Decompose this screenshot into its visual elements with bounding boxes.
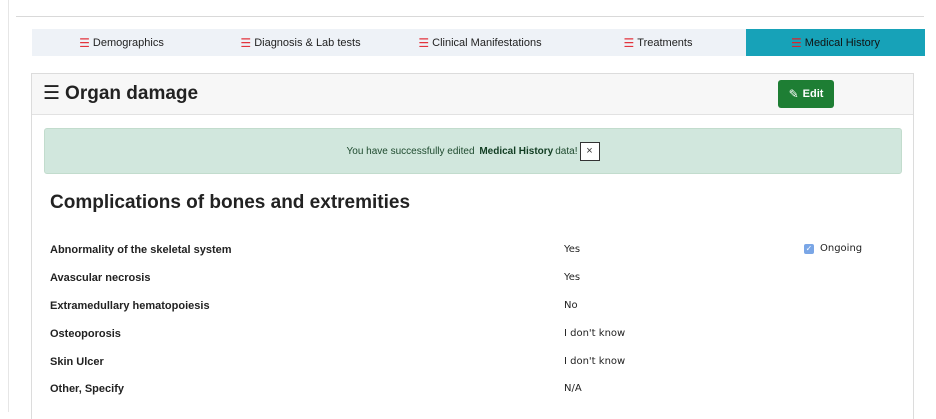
alert-bold-text: Medical History <box>479 145 554 157</box>
field-value: N/A <box>564 383 582 394</box>
field-label: Other, Specify <box>50 383 124 395</box>
field-label: Abnormality of the skeletal system <box>50 244 232 256</box>
edit-button[interactable]: ✎ Edit <box>778 80 834 108</box>
tab-label: Clinical Manifestations <box>432 36 542 49</box>
tab-label: Medical History <box>804 36 880 49</box>
page-left-border <box>8 0 9 412</box>
page-top-divider <box>16 16 924 17</box>
tab-medical-history[interactable]: ☰ Medical History <box>746 29 925 56</box>
alert-close-button[interactable]: × <box>579 141 600 161</box>
list-icon: ☰ <box>791 35 802 50</box>
alert-suffix: data! <box>555 145 578 157</box>
tab-demographics[interactable]: ☰ Demographics <box>32 29 211 56</box>
field-value: Yes <box>564 272 581 283</box>
section-tabs: ☰ Demographics ☰ Diagnosis & Lab tests ☰… <box>32 29 925 56</box>
ongoing-label: Ongoing <box>820 243 863 254</box>
field-row: Extramedullary hematopoiesis No <box>50 297 910 317</box>
ongoing-checkbox[interactable]: ✓ Ongoing <box>804 243 862 254</box>
edit-button-label: Edit <box>802 88 824 100</box>
card-title-text: Organ damage <box>65 82 199 104</box>
edit-icon: ✎ <box>788 87 799 101</box>
tab-label: Diagnosis & Lab tests <box>254 36 361 49</box>
card-title: ☰ Organ damage <box>43 82 198 105</box>
field-value: No <box>564 300 578 311</box>
alert-prefix: You have successfully edited <box>346 145 475 157</box>
tab-clinical-manifestations[interactable]: ☰ Clinical Manifestations <box>390 29 570 56</box>
list-icon: ☰ <box>79 35 90 50</box>
list-icon: ☰ <box>240 35 252 50</box>
list-icon: ☰ <box>623 35 635 50</box>
field-row: Osteoporosis I don't know <box>50 325 910 345</box>
field-row: Other, Specify N/A <box>50 380 910 400</box>
card-header: ☰ Organ damage ✎ Edit <box>32 74 913 115</box>
field-label: Osteoporosis <box>50 328 121 340</box>
field-value: Yes <box>564 244 581 255</box>
field-value: I don't know <box>564 328 626 339</box>
field-value: I don't know <box>564 356 626 367</box>
list-icon: ☰ <box>418 35 430 50</box>
field-row: Avascular necrosis Yes <box>50 269 910 289</box>
field-label: Skin Ulcer <box>50 356 104 368</box>
organ-damage-card: ☰ Organ damage ✎ Edit You have successfu… <box>31 73 914 419</box>
field-row: Abnormality of the skeletal system Yes ✓… <box>50 241 910 261</box>
success-alert: You have successfully edited Medical His… <box>44 128 902 174</box>
field-row: Skin Ulcer I don't know <box>50 353 910 373</box>
tab-label: Demographics <box>92 36 164 49</box>
tab-diagnosis-lab-tests[interactable]: ☰ Diagnosis & Lab tests <box>211 29 390 56</box>
checkbox-checked-icon: ✓ <box>804 243 814 254</box>
field-label: Extramedullary hematopoiesis <box>50 300 210 312</box>
field-label: Avascular necrosis <box>50 272 151 284</box>
list-icon: ☰ <box>43 83 61 104</box>
section-title: Complications of bones and extremities <box>50 192 411 213</box>
tab-label: Treatments <box>637 36 693 49</box>
tab-treatments[interactable]: ☰ Treatments <box>570 29 746 56</box>
